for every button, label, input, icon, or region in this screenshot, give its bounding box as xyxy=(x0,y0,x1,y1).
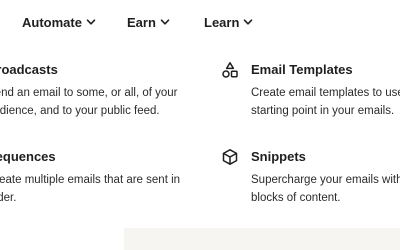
page: Automate Earn Learn Broadcasts Send an e… xyxy=(0,0,400,250)
feature-description: Create email templates to use as a start… xyxy=(251,84,400,120)
nav-item-label: Earn xyxy=(127,14,156,30)
description-line: Send an email to some, or all, of your xyxy=(0,87,178,99)
feature-title: Snippets xyxy=(251,149,306,164)
chevron-down-icon xyxy=(160,17,170,27)
chevron-down-icon xyxy=(86,17,96,27)
description-line: audience, and to your public feed. xyxy=(0,105,160,117)
page-background-section xyxy=(124,228,400,250)
feature-title: Email Templates xyxy=(251,62,353,77)
page-background-left xyxy=(0,228,124,250)
description-line: Create multiple emails that are sent in xyxy=(0,174,181,186)
feature-description: Supercharge your emails with reusable bl… xyxy=(251,171,400,207)
top-nav: Automate Earn Learn xyxy=(0,0,400,42)
nav-item-automate[interactable]: Automate xyxy=(22,13,96,31)
chevron-down-icon xyxy=(243,17,253,27)
description-line: starting point in your emails. xyxy=(251,105,395,117)
automate-dropdown-panel: Broadcasts Send an email to some, or all… xyxy=(0,42,400,228)
feature-description: Create multiple emails that are sent in … xyxy=(0,171,287,207)
feature-title: Broadcasts xyxy=(0,62,58,77)
nav-item-earn[interactable]: Earn xyxy=(127,13,170,31)
feature-description: Send an email to some, or all, of your a… xyxy=(0,84,287,120)
description-line: blocks of content. xyxy=(251,192,341,204)
cube-icon xyxy=(221,148,239,166)
nav-item-learn[interactable]: Learn xyxy=(204,13,253,31)
description-line: Create email templates to use as a xyxy=(251,87,400,99)
nav-item-label: Automate xyxy=(22,14,82,30)
feature-title: Sequences xyxy=(0,149,56,164)
nav-item-label: Learn xyxy=(204,14,240,30)
description-line: order. xyxy=(0,192,17,204)
shapes-icon xyxy=(221,61,239,79)
description-line: Supercharge your emails with reusable xyxy=(251,174,400,186)
